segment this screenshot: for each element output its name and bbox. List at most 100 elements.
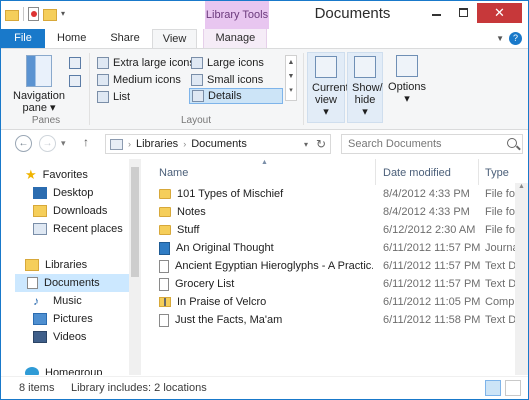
minimize-button[interactable] (423, 3, 450, 23)
file-row[interactable]: Just the Facts, Ma'am 6/11/2012 11:58 PM T… (145, 311, 528, 329)
column-separator[interactable] (375, 159, 376, 185)
options-dropdown-icon: ▾ (404, 93, 410, 105)
downloads-icon (33, 205, 47, 217)
address-bar[interactable]: › Libraries › Documents ▾ ↻ (105, 134, 331, 154)
nav-desktop[interactable]: Desktop (33, 184, 93, 202)
file-name-cell: An Original Thought (159, 239, 373, 257)
file-name: 101 Types of Mischief (177, 188, 284, 200)
column-header-date-modified[interactable]: Date modified (383, 163, 451, 183)
details-view-toggle-icon[interactable] (485, 380, 501, 396)
maximize-icon (459, 8, 468, 17)
layout-details[interactable]: Details (189, 88, 283, 104)
file-name-cell: 101 Types of Mischief (159, 185, 373, 203)
file-row[interactable]: Notes8/4/2012 4:33 PMFile folder (145, 203, 528, 221)
up-button[interactable]: ↑ (83, 135, 89, 149)
tab-file[interactable]: File (1, 29, 45, 48)
file-row[interactable]: Grocery List 6/11/2012 11:57 PM Text Doc (145, 275, 528, 293)
nav-videos[interactable]: Videos (33, 328, 86, 346)
current-view-button[interactable]: Current view ▾ (307, 52, 349, 123)
folder-icon (159, 225, 171, 235)
current-view-label: Current (312, 82, 349, 94)
back-button[interactable]: ← (15, 135, 32, 152)
file-row[interactable]: In Praise of Velcro 6/11/2012 11:05 PM Com… (145, 293, 528, 311)
recent-locations-icon[interactable]: ▾ (61, 138, 66, 149)
nav-documents[interactable]: Documents (15, 274, 129, 292)
text-document-icon (159, 277, 169, 291)
address-dropdown-icon[interactable]: ▾ (304, 140, 308, 149)
tab-share[interactable]: Share (98, 29, 151, 48)
breadcrumb-documents[interactable]: Documents (191, 138, 247, 150)
layout-list[interactable]: List (97, 89, 130, 105)
layout-item-label: Medium icons (113, 74, 181, 86)
close-button[interactable]: ✕ (477, 3, 522, 23)
maximize-button[interactable] (450, 3, 477, 23)
minimize-ribbon-icon[interactable]: ▼ (496, 34, 504, 43)
sort-indicator-icon: ▲ (261, 159, 268, 166)
file-date: 6/11/2012 11:58 PM (383, 314, 481, 326)
preview-pane-icon[interactable] (69, 57, 81, 69)
homegroup-icon (25, 367, 39, 375)
file-row[interactable]: Ancient Egyptian Hieroglyphs - A Practic… (145, 257, 528, 275)
tab-home[interactable]: Home (45, 29, 98, 48)
documents-icon (27, 277, 38, 289)
layout-small-icons[interactable]: Small icons (191, 72, 263, 88)
extra-large-icons-icon (97, 57, 109, 69)
large-icons-view-toggle-icon[interactable] (505, 380, 521, 396)
navigation-scrollbar[interactable] (129, 159, 141, 375)
navigation-pane-button[interactable]: Navigation pane ▾ (13, 55, 65, 114)
music-icon: ♪ (33, 294, 39, 308)
ribbon: Navigation pane ▾ Panes Extra large icon… (1, 48, 528, 130)
journal-document-icon (159, 241, 170, 255)
search-icon (507, 138, 517, 148)
show-hide-button[interactable]: Show/ hide ▾ (347, 52, 383, 123)
library-icon (110, 138, 123, 150)
nav-music[interactable]: ♪ Music (33, 292, 82, 310)
medium-icons-icon (97, 74, 109, 86)
file-date: 6/11/2012 11:57 PM (383, 242, 481, 254)
layout-large-icons[interactable]: Large icons (191, 55, 264, 71)
refresh-icon[interactable]: ↻ (316, 137, 326, 151)
layout-gallery-scroll[interactable]: ▲ ▼ ▾ (285, 55, 297, 101)
explorer-window: ▾ Library Tools Documents ✕ File Home Sh… (0, 0, 529, 400)
file-date: 6/11/2012 11:05 PM (383, 296, 481, 308)
layout-extra-large-icons[interactable]: Extra large icons (97, 55, 195, 71)
nav-label: Music (53, 295, 82, 307)
breadcrumb-libraries[interactable]: Libraries (136, 138, 178, 150)
details-pane-icon[interactable] (69, 75, 81, 87)
scroll-up-icon[interactable]: ▲ (515, 183, 528, 190)
zip-folder-icon (159, 297, 171, 307)
show-hide-icon (354, 56, 376, 78)
help-icon[interactable]: ? (509, 32, 522, 45)
file-name: An Original Thought (176, 242, 274, 254)
file-list-scrollbar[interactable]: ▲ (515, 183, 528, 375)
file-row[interactable]: An Original Thought 6/11/2012 11:57 PM Jou… (145, 239, 528, 257)
file-row[interactable]: 101 Types of Mischief 8/4/2012 4:33 PM Fil… (145, 185, 528, 203)
current-view-icon (315, 56, 337, 78)
nav-pictures[interactable]: Pictures (33, 310, 93, 328)
layout-medium-icons[interactable]: Medium icons (97, 72, 181, 88)
nav-libraries[interactable]: Libraries (25, 256, 87, 274)
close-icon: ✕ (494, 5, 505, 20)
file-name: Stuff (177, 224, 200, 236)
nav-label: Recent places (53, 223, 123, 235)
nav-recent-places[interactable]: Recent places (33, 220, 123, 238)
column-header-name[interactable]: Name (159, 163, 188, 183)
breadcrumb-separator: › (183, 139, 187, 149)
scrollbar-thumb[interactable] (131, 167, 139, 277)
forward-button[interactable]: → (39, 135, 56, 152)
file-date: 8/4/2012 4:33 PM (383, 188, 470, 200)
nav-favorites[interactable]: ★ Favorites (25, 166, 88, 184)
nav-downloads[interactable]: Downloads (33, 202, 107, 220)
options-button[interactable]: Options ▾ (387, 55, 427, 105)
file-date: 6/11/2012 11:57 PM (383, 260, 481, 272)
layout-item-label: Large icons (207, 57, 264, 69)
layout-item-label: List (113, 91, 131, 103)
file-row[interactable]: Stuff6/12/2012 2:30 AMFile folder (145, 221, 528, 239)
column-separator[interactable] (478, 159, 479, 185)
column-header-type[interactable]: Type (485, 163, 509, 183)
tab-view[interactable]: View (151, 29, 198, 48)
nav-homegroup[interactable]: Homegroup (25, 364, 102, 375)
tab-manage[interactable]: Manage (203, 29, 268, 48)
file-date: 8/4/2012 4:33 PM (383, 206, 470, 218)
search-input[interactable]: Search Documents (341, 134, 523, 154)
